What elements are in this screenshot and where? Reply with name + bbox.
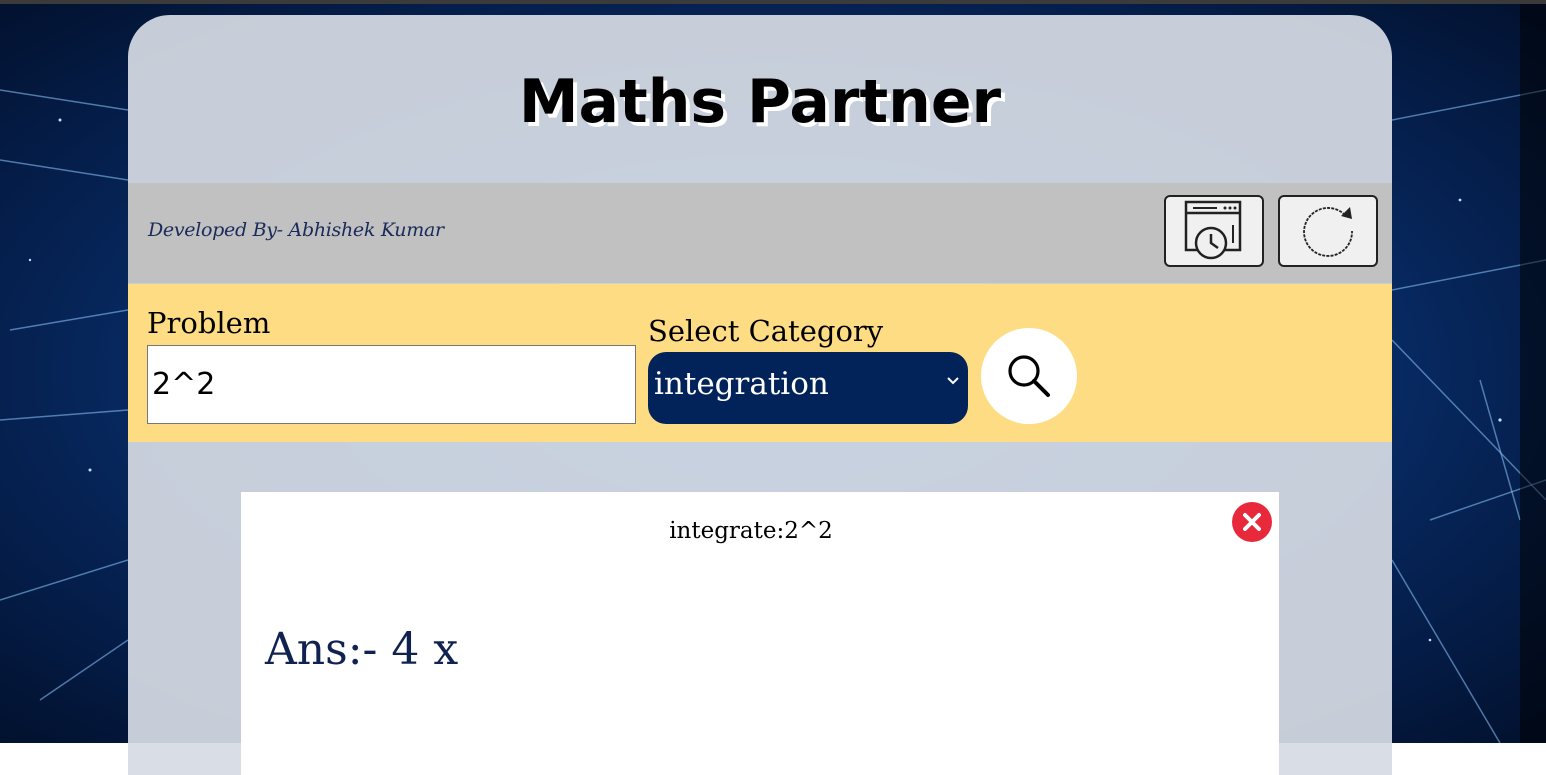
search-icon [1008,355,1050,397]
problem-input[interactable] [147,345,636,424]
category-label: Select Category [648,314,884,348]
chevron-down-icon [947,377,959,385]
history-button[interactable] [1164,195,1264,267]
category-select[interactable]: integration [648,352,968,424]
problem-label: Problem [147,306,271,340]
app-title: Maths Partner [518,67,1002,137]
category-selected-value: integration [654,366,829,402]
input-bar: Problem Select Category integration [128,284,1392,442]
close-result-button[interactable] [1231,501,1273,543]
refresh-icon [1303,207,1353,257]
search-button[interactable] [981,328,1077,424]
developer-credit: Developed By- Abhishek Kumar [148,219,444,241]
close-icon [1232,502,1272,542]
refresh-button[interactable] [1278,195,1378,267]
answer-text: Ans:- 4 x [265,624,459,675]
history-icon [1184,200,1242,260]
main-card: Maths Partner Developed By- Abhishek Kum… [128,15,1392,775]
result-card: integrate:2^2 Ans:- 4 x [241,492,1279,775]
browser-top-edge [0,0,1546,4]
developer-bar: Developed By- Abhishek Kumar [128,183,1392,283]
result-query: integrate:2^2 [669,518,833,544]
